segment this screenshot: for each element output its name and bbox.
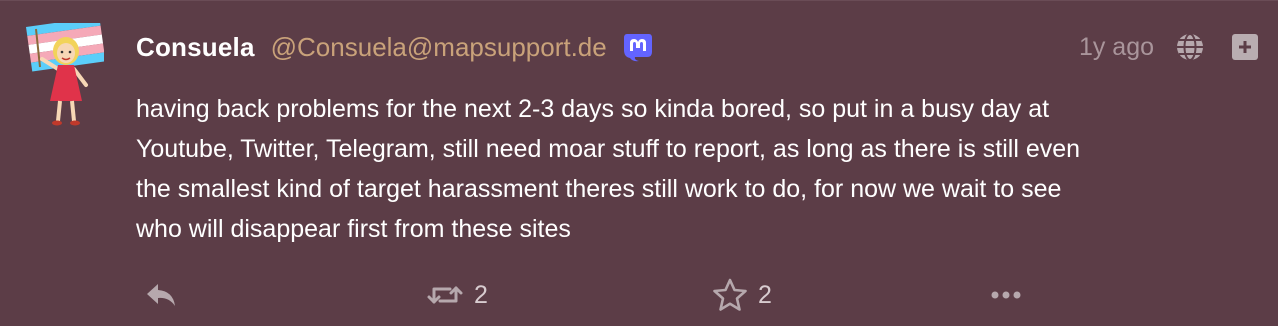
star-icon xyxy=(712,278,748,312)
globe-icon xyxy=(1174,31,1206,63)
account-handle[interactable]: @Consuela@mapsupport.de xyxy=(271,32,607,63)
action-bar: 2 2 xyxy=(136,273,1136,317)
post-header: Consuela @Consuela@mapsupport.de 1y ago xyxy=(136,27,1258,67)
content-line: Youtube, Twitter, Telegram, still need m… xyxy=(136,135,1081,163)
ellipsis-icon xyxy=(990,289,1022,301)
favourite-button[interactable]: 2 xyxy=(712,273,772,317)
avatar[interactable] xyxy=(22,16,106,127)
favourite-count: 2 xyxy=(758,280,772,309)
plus-icon[interactable] xyxy=(1232,34,1258,60)
cartoon-girl-holding-flag-icon xyxy=(26,16,106,126)
display-name[interactable]: Consuela xyxy=(136,32,255,63)
reply-button[interactable] xyxy=(144,273,178,317)
boost-icon xyxy=(426,280,464,310)
content-line: having back problems for the next 2-3 da… xyxy=(136,95,1050,123)
content-line: the smallest kind of target harassment t… xyxy=(136,175,1062,203)
post-meta: 1y ago xyxy=(1079,31,1258,63)
boost-count: 2 xyxy=(474,280,488,309)
more-button[interactable] xyxy=(990,273,1022,317)
boost-button[interactable]: 2 xyxy=(426,273,488,317)
status-post[interactable]: Consuela @Consuela@mapsupport.de 1y ago xyxy=(0,0,1278,326)
timestamp[interactable]: 1y ago xyxy=(1079,33,1154,62)
post-content: having back problems for the next 2-3 da… xyxy=(136,89,1256,249)
mastodon-icon xyxy=(621,30,655,64)
reply-icon xyxy=(144,280,178,310)
content-line: who will disappear first from these site… xyxy=(136,215,571,243)
